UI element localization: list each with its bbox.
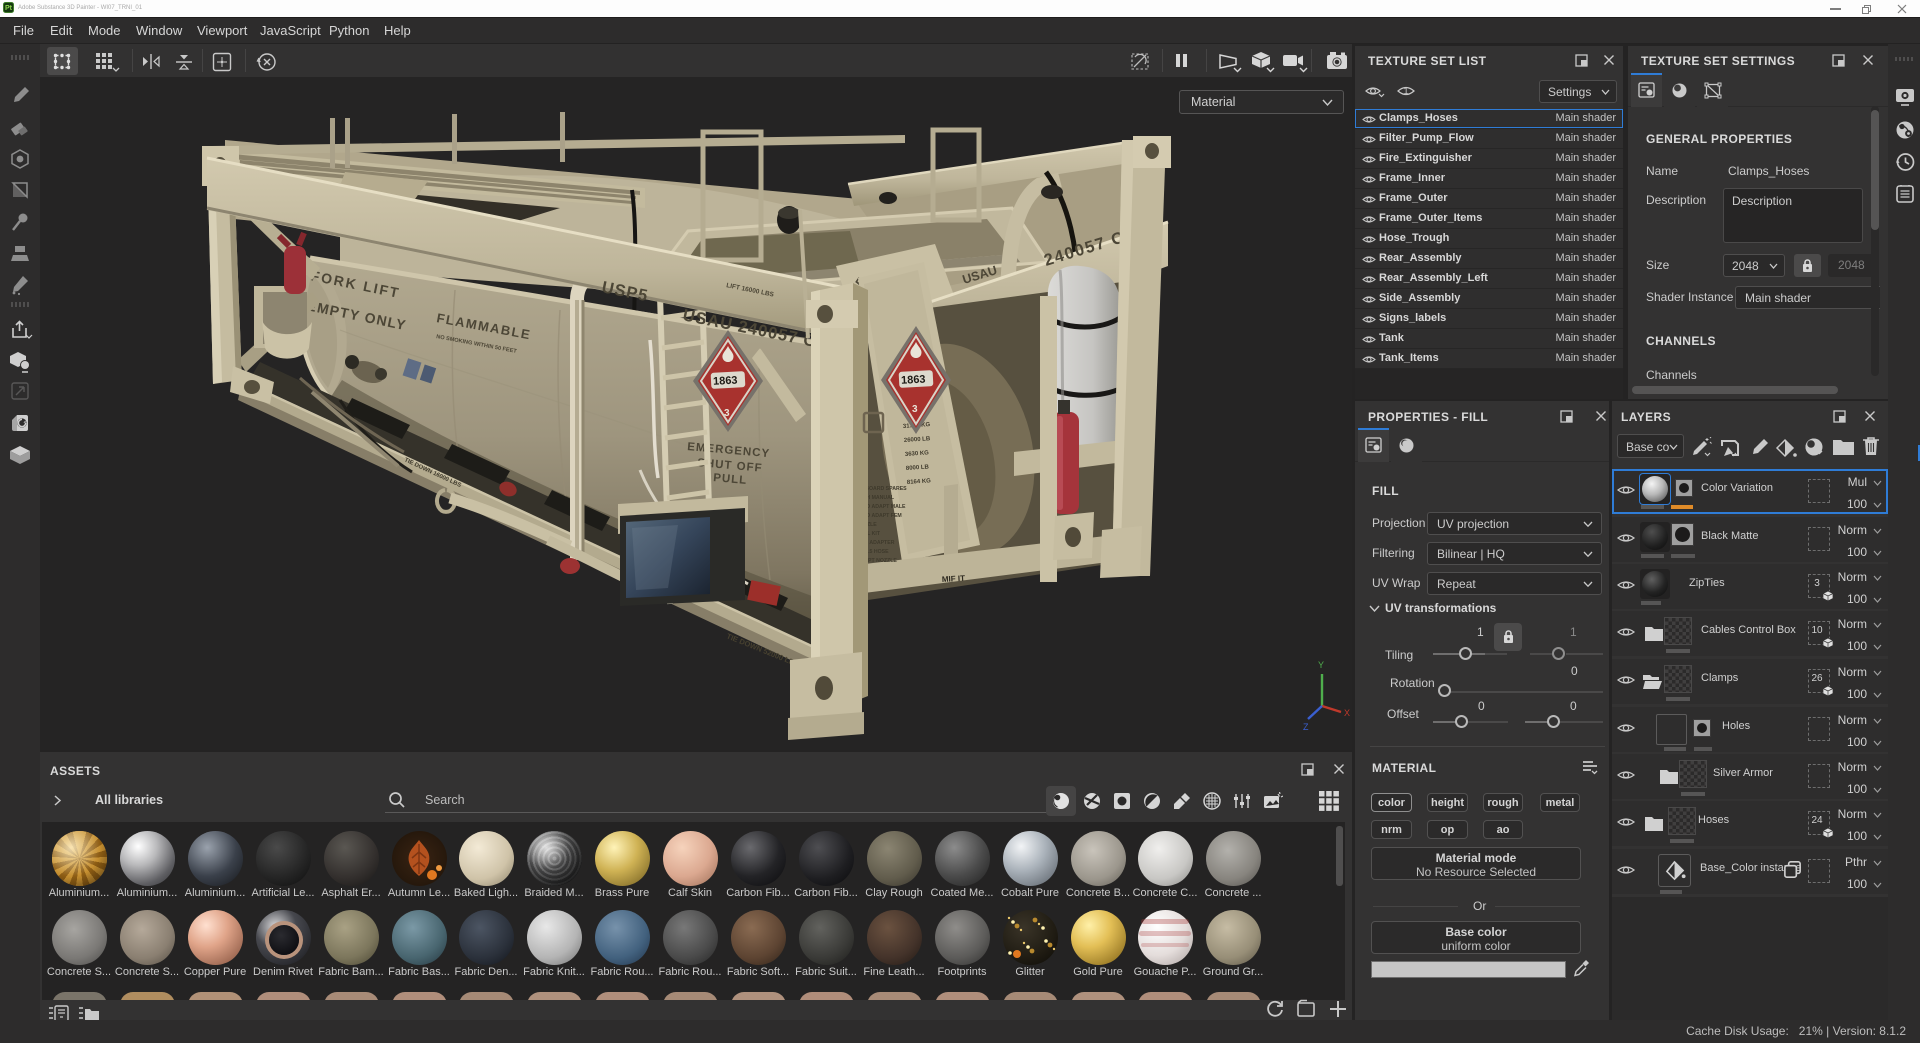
svg-text:X: X — [1344, 708, 1350, 718]
svg-text:3: 3 — [912, 404, 918, 415]
svg-text:1: 1 — [1403, 86, 1408, 96]
svg-text:1863: 1863 — [713, 375, 738, 388]
svg-text:3: 3 — [724, 408, 730, 419]
svg-text:Z: Z — [1303, 722, 1309, 732]
svg-text:1863: 1863 — [901, 374, 926, 387]
svg-text:Y: Y — [1318, 660, 1324, 670]
svg-text:MIF IT: MIF IT — [942, 574, 966, 584]
